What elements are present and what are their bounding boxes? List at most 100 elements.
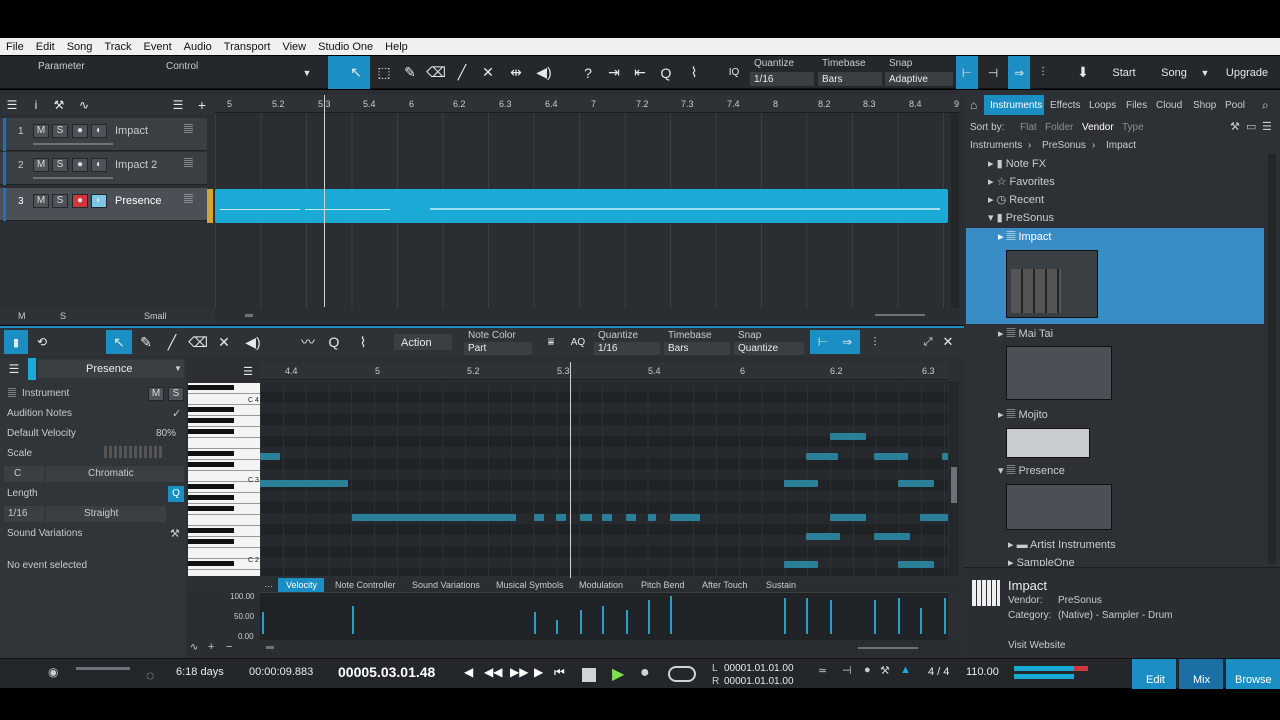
tab-note-controller[interactable]: Note Controller	[335, 580, 396, 590]
tree-item-note-fx[interactable]: ▸ ▮ Note FX	[988, 157, 1046, 170]
midi-note[interactable]	[534, 514, 544, 521]
detach-icon[interactable]: ⤢	[920, 328, 936, 356]
velocity-lane[interactable]	[260, 592, 948, 640]
scroll-thumb[interactable]	[951, 467, 957, 503]
menu-transport[interactable]: Transport	[218, 41, 277, 53]
track-name[interactable]: Impact	[115, 125, 148, 137]
menu-studio-one[interactable]: Studio One	[312, 41, 379, 53]
menu-view[interactable]: View	[276, 41, 312, 53]
scale-keyboard[interactable]	[104, 446, 164, 458]
tab-modulation[interactable]: Modulation	[579, 580, 623, 590]
mute-tool-icon[interactable]: ✕	[214, 328, 234, 356]
arrange-ruler[interactable]: 5 5.2 5.3 5.4 6 6.2 6.3 6.4 7 7.2 7.3 7.…	[215, 95, 960, 113]
eraser-tool-icon[interactable]: ⌫	[426, 56, 446, 89]
arrange-hscroll[interactable]	[215, 308, 960, 324]
tree-item-mojito[interactable]: ▸ 𝄚 Mojito	[998, 408, 1048, 422]
piano-keyboard[interactable]: C 4 C 3 C 2	[188, 383, 260, 576]
tab-sustain[interactable]: Sustain	[766, 580, 796, 590]
midi-note[interactable]	[580, 514, 592, 521]
track-options-icon[interactable]: ☰	[170, 95, 186, 115]
wrench-icon[interactable]: ⚒	[170, 527, 180, 540]
editor-ruler[interactable]: 4.4 5 5.2 5.3 5.4 6 6.2 6.3	[260, 362, 948, 380]
menu-audio[interactable]: Audio	[178, 41, 218, 53]
snap-event-icon[interactable]: ⊣	[984, 56, 1002, 89]
tree-item-sampleone[interactable]: ▸ SampleOne	[1008, 556, 1075, 566]
midi-note[interactable]	[898, 561, 934, 568]
midi-note[interactable]	[352, 514, 516, 521]
tree-item-recent[interactable]: ▸ ◷ Recent	[988, 193, 1044, 206]
menu-song[interactable]: Song	[61, 41, 99, 53]
forward-end-icon[interactable]: ▶	[534, 665, 543, 679]
add-track-icon[interactable]: +	[194, 95, 210, 115]
zoom-icon[interactable]: Q	[656, 56, 676, 89]
automation-icon[interactable]: ∿	[74, 95, 94, 115]
start-button[interactable]: Start	[1104, 56, 1144, 89]
scale-root-select[interactable]	[4, 466, 44, 482]
instrument-icon[interactable]: 𝄚	[184, 158, 193, 171]
solo-button[interactable]: S	[168, 387, 184, 401]
ruler-menu-icon[interactable]: ☰	[240, 362, 256, 380]
midi-note[interactable]	[830, 514, 866, 521]
aq-icon[interactable]: AQ	[568, 328, 588, 356]
song-chevron-icon[interactable]: ▼	[1196, 56, 1214, 89]
midi-note[interactable]	[784, 480, 818, 487]
tab-shop[interactable]: Shop	[1193, 100, 1216, 111]
midi-note[interactable]	[874, 533, 910, 540]
record-transport-button[interactable]: ●	[640, 664, 650, 682]
velocity-bar[interactable]	[556, 620, 558, 634]
record-button[interactable]: ●	[72, 194, 88, 208]
record-button[interactable]: ●	[72, 158, 88, 172]
tempo-display[interactable]: 110.00	[966, 666, 999, 678]
arrange-scrollbar[interactable]	[951, 113, 959, 308]
menu-event[interactable]: Event	[138, 41, 178, 53]
scrub-icon[interactable]: ⌇	[352, 328, 374, 356]
tab-instruments[interactable]: Instruments	[990, 100, 1042, 111]
range-tool-icon[interactable]: ⬚	[374, 56, 394, 89]
solo-button[interactable]: S	[52, 194, 68, 208]
instrument-icon[interactable]: 𝄚	[184, 124, 193, 137]
forward-icon[interactable]: ▶▶	[510, 665, 528, 679]
line-tool-icon[interactable]: ╱	[452, 56, 472, 89]
track-name[interactable]: Presence	[115, 195, 161, 207]
black-key[interactable]	[188, 429, 234, 434]
volume-slider[interactable]	[33, 143, 113, 145]
track-row[interactable]: 2 M S ● ◐ Impact 2 𝄚	[0, 152, 207, 185]
precount-icon[interactable]: ⊣	[842, 664, 852, 677]
tree-item-favorites[interactable]: ▸ ☆ Favorites	[988, 175, 1055, 188]
tree-item-presence[interactable]: ▾ 𝄚 Presence	[998, 464, 1065, 478]
zoom-slider[interactable]	[858, 647, 918, 649]
track-name[interactable]: Impact 2	[115, 159, 157, 171]
midi-note[interactable]	[670, 514, 700, 521]
add-lane-icon[interactable]: +	[208, 641, 214, 653]
eraser-tool-icon[interactable]: ⌫	[188, 328, 208, 356]
tab-effects[interactable]: Effects	[1050, 100, 1080, 111]
global-mute-button[interactable]: M	[18, 311, 26, 321]
playhead[interactable]	[324, 95, 325, 307]
length-quantize-icon[interactable]: Q	[168, 486, 184, 502]
upgrade-button[interactable]: Upgrade	[1222, 56, 1272, 89]
midi-note[interactable]	[942, 453, 948, 460]
midi-note[interactable]	[898, 480, 934, 487]
midi-note[interactable]	[648, 514, 656, 521]
loop-start[interactable]: 00001.01.01.00	[724, 663, 794, 674]
midi-note[interactable]	[920, 514, 948, 521]
midi-note[interactable]	[806, 533, 840, 540]
midi-note[interactable]	[874, 453, 908, 460]
listen-tool-icon[interactable]: ◀)	[534, 56, 554, 89]
tree-item-impact[interactable]: ▸ 𝄚 Impact	[998, 230, 1051, 244]
track-row[interactable]: 1 M S ● ◐ Impact 𝄚	[0, 118, 207, 151]
black-key[interactable]	[188, 451, 234, 456]
default-velocity-value[interactable]: 80%	[156, 428, 176, 439]
black-key[interactable]	[188, 462, 234, 467]
mute-button[interactable]: M	[33, 124, 49, 138]
tab-pool[interactable]: Pool	[1225, 100, 1245, 111]
midi-note[interactable]	[830, 433, 866, 440]
solo-button[interactable]: S	[52, 158, 68, 172]
tab-sound-variations[interactable]: Sound Variations	[412, 580, 480, 590]
velocity-bar[interactable]	[830, 600, 832, 634]
inspector-menu-icon[interactable]: ☰	[4, 358, 24, 380]
velocity-bar[interactable]	[648, 600, 650, 634]
black-key[interactable]	[188, 506, 234, 511]
sort-flat[interactable]: Flat	[1020, 122, 1037, 133]
velocity-bar[interactable]	[944, 598, 946, 634]
